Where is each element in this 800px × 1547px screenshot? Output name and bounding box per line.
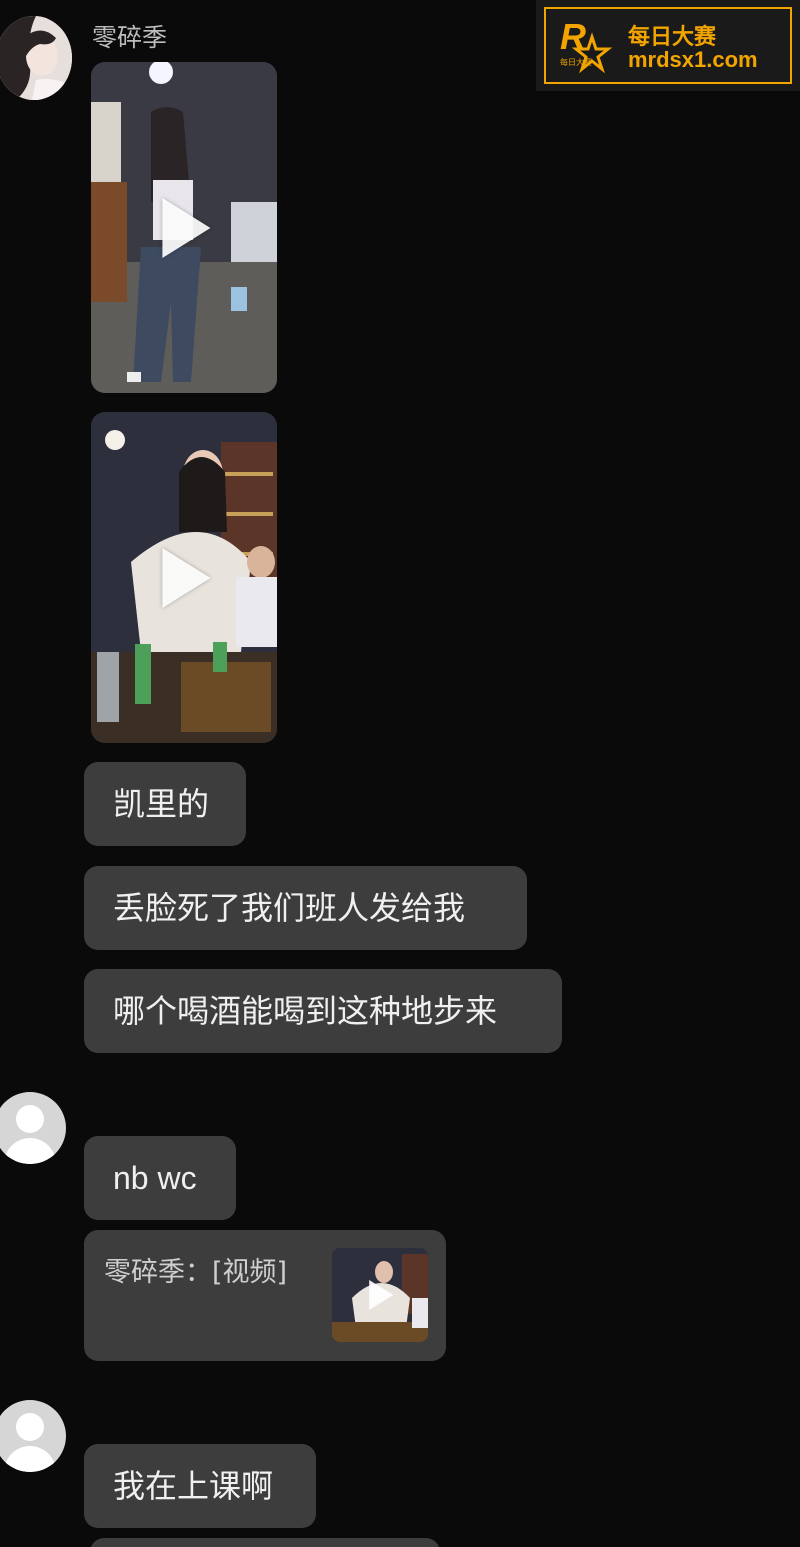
video-message[interactable]: [91, 62, 277, 393]
play-icon[interactable]: [369, 1280, 394, 1310]
message-bubble[interactable]: 我在上课啊: [84, 1444, 316, 1528]
message-bubble[interactable]: 凯里的: [84, 762, 246, 846]
message-bubble[interactable]: nb wc: [84, 1136, 236, 1220]
quote-text: 零碎季：[视频]: [104, 1257, 288, 1288]
message-bubble[interactable]: 丢脸死了我们班人发给我: [84, 866, 527, 950]
partial-message-bubble: [90, 1538, 440, 1547]
watermark-logo-icon: R 每日大赛: [560, 16, 613, 74]
watermark: R 每日大赛 每日大赛 mrdsx1.com: [536, 0, 800, 91]
avatar-head: [16, 1413, 44, 1441]
sender-avatar[interactable]: [0, 16, 72, 100]
quoted-video-message[interactable]: 零碎季：[视频]: [84, 1230, 446, 1361]
message-bubble[interactable]: 哪个喝酒能喝到这种地步来: [84, 969, 562, 1053]
quote-video-thumbnail[interactable]: [332, 1248, 428, 1342]
play-icon[interactable]: [162, 547, 211, 608]
default-avatar-icon[interactable]: [0, 1092, 66, 1164]
svg-text:R: R: [560, 16, 586, 57]
avatar-body: [4, 1446, 56, 1472]
chat-screen: 零碎季 凯里的 丢脸死了我们班人发给我 哪个喝酒能喝到这种地步来 nb wc 零…: [0, 0, 800, 1547]
default-avatar-icon[interactable]: [0, 1400, 66, 1472]
svg-text:每日大赛: 每日大赛: [560, 57, 592, 67]
sender-name: 零碎季: [92, 23, 168, 52]
avatar-photo-icon: [0, 16, 72, 100]
avatar-body: [4, 1138, 56, 1164]
play-icon[interactable]: [162, 197, 211, 258]
avatar-head: [16, 1105, 44, 1133]
watermark-frame: R 每日大赛 每日大赛 mrdsx1.com: [544, 7, 792, 84]
watermark-url: mrdsx1.com: [628, 47, 758, 72]
video-message[interactable]: [91, 412, 277, 743]
